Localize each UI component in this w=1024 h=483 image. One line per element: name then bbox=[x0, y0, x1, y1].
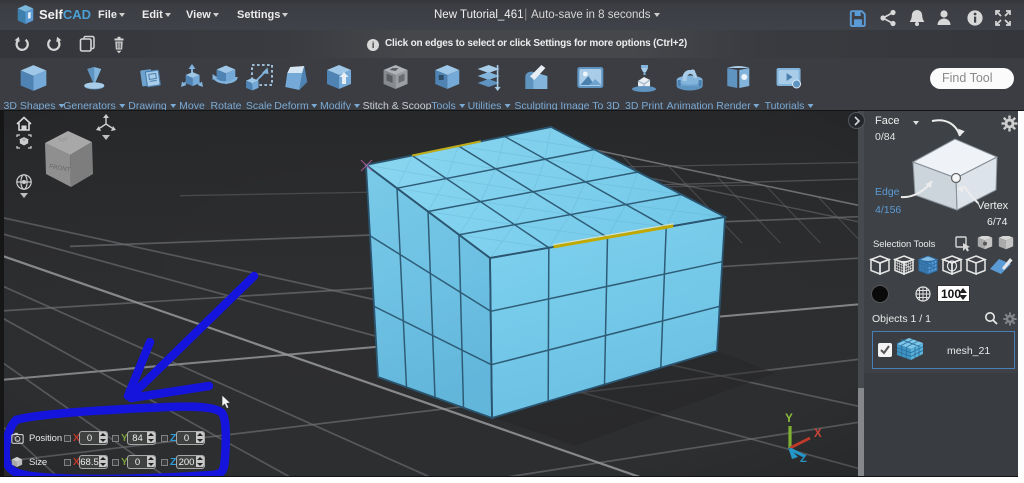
svg-text:Y: Y bbox=[785, 413, 793, 425]
svg-text:X: X bbox=[814, 428, 822, 440]
svg-text:Z: Z bbox=[800, 453, 807, 465]
